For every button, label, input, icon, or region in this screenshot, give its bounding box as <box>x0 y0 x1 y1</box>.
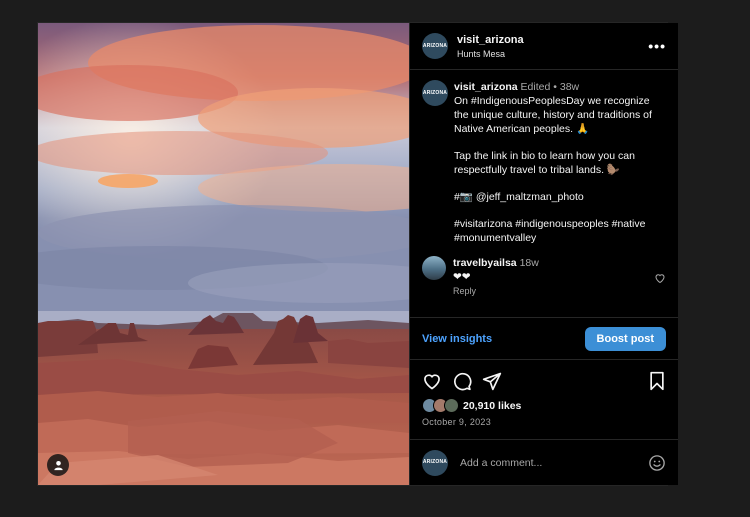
comment-text: ❤❤ <box>453 271 471 283</box>
caption-paragraph-4: #visitarizona #indigenouspeoples #native… <box>454 218 646 244</box>
instagram-post: ARIZONA visit_arizona Hunts Mesa ••• ARI… <box>37 22 678 486</box>
likes-row: 20,910 likes <box>410 390 678 413</box>
user-tag-icon <box>53 460 63 470</box>
add-comment-bar: ARIZONA <box>410 439 678 485</box>
caption-avatar[interactable]: ARIZONA <box>422 80 448 106</box>
post-photo <box>38 23 409 485</box>
post-sidebar: ARIZONA visit_arizona Hunts Mesa ••• ARI… <box>409 23 678 485</box>
commenter-avatar: ARIZONA <box>422 449 448 476</box>
comment-body: travelbyailsa 18w ❤❤ Reply <box>453 256 539 298</box>
likes-count[interactable]: 20,910 likes <box>463 400 521 412</box>
header-username[interactable]: visit_arizona <box>457 34 648 46</box>
more-icon: ••• <box>648 38 666 54</box>
comment-like-icon[interactable] <box>654 272 666 284</box>
post-date: October 9, 2023 <box>422 417 492 427</box>
comment-avatar[interactable] <box>422 256 446 280</box>
caption-paragraph-2: Tap the link in bio to learn how you can… <box>454 150 635 176</box>
bookmark-icon[interactable] <box>648 371 666 391</box>
insights-bar: View insights Boost post <box>410 318 678 360</box>
caption-paragraph-3: #📷 @jeff_maltzman_photo <box>454 191 584 203</box>
caption-separator: • <box>553 81 557 93</box>
view-insights-link[interactable]: View insights <box>422 333 492 345</box>
avatar[interactable]: ARIZONA <box>422 33 448 59</box>
boost-post-button[interactable]: Boost post <box>584 326 666 351</box>
add-comment-input[interactable] <box>458 455 648 470</box>
user-tag-button[interactable] <box>47 454 69 476</box>
reply-link[interactable]: Reply <box>453 284 539 298</box>
comment-username[interactable]: travelbyailsa <box>453 257 517 269</box>
heart-icon[interactable] <box>422 371 442 391</box>
caption-age: 38w <box>559 81 580 93</box>
action-icons <box>410 360 678 391</box>
caption-body: visit_arizona Edited • 38w On #Indigenou… <box>454 80 666 245</box>
comments-section: ARIZONA visit_arizona Edited • 38w On #I… <box>410 70 678 318</box>
liker-avatar[interactable] <box>444 398 459 413</box>
share-icon[interactable] <box>482 371 502 391</box>
comment-item: travelbyailsa 18w ❤❤ Reply <box>422 256 666 298</box>
caption-paragraph-1: On #IndigenousPeoplesDay we recognize th… <box>454 95 652 135</box>
comment-age: 18w <box>519 257 539 269</box>
monument-valley-photo <box>38 23 409 485</box>
more-options-button[interactable]: ••• <box>648 38 666 54</box>
emoji-icon[interactable] <box>648 454 666 472</box>
caption-username[interactable]: visit_arizona <box>454 81 518 93</box>
header-location[interactable]: Hunts Mesa <box>457 49 648 59</box>
header-text: visit_arizona Hunts Mesa <box>457 34 648 59</box>
caption: ARIZONA visit_arizona Edited • 38w On #I… <box>422 80 666 245</box>
caption-edited: Edited <box>520 81 551 93</box>
post-header: ARIZONA visit_arizona Hunts Mesa ••• <box>410 23 678 70</box>
comment-icon[interactable] <box>452 371 472 391</box>
